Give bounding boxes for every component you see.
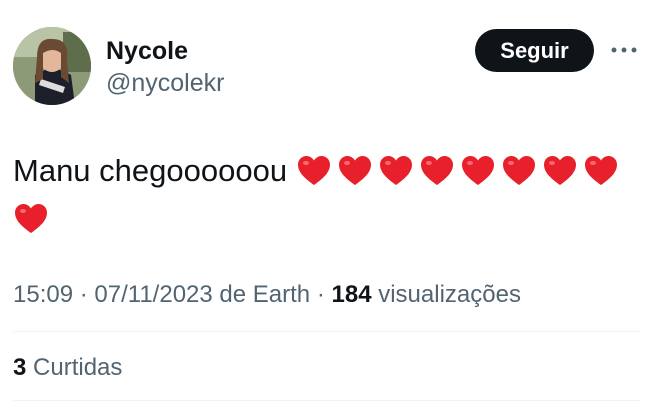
heart-icon [378, 154, 414, 187]
likes-label: Curtidas [33, 354, 123, 381]
heart-icon [542, 154, 578, 187]
heart-icon [501, 154, 537, 187]
divider [13, 400, 640, 401]
heart-icon [296, 154, 332, 187]
more-options-button[interactable] [608, 40, 640, 60]
avatar[interactable] [13, 27, 91, 105]
meta-separator: · [316, 281, 325, 308]
tweet-text: Manu chegoooooou [13, 146, 643, 240]
divider [13, 331, 640, 332]
heart-icon [13, 202, 49, 235]
likes-count: 3 [13, 354, 27, 381]
display-name[interactable]: Nycole [106, 36, 188, 66]
tweet-source: de Earth [219, 281, 311, 308]
heart-icon [419, 154, 455, 187]
avatar-image [13, 27, 91, 105]
heart-icon [460, 154, 496, 187]
tweet-meta: 15:09 · 07/11/2023 de Earth · 184 visual… [13, 280, 521, 310]
views-count: 184 [331, 281, 372, 308]
handle[interactable]: @nycolekr [106, 68, 224, 98]
tweet-time[interactable]: 15:09 [13, 281, 73, 308]
tweet-text-content: Manu chegoooooou [13, 152, 288, 188]
heart-icon [583, 154, 619, 187]
likes-stat[interactable]: 3 Curtidas [13, 353, 122, 383]
follow-button[interactable]: Seguir [475, 29, 594, 72]
tweet-date[interactable]: 07/11/2023 [94, 281, 212, 308]
meta-separator: · [79, 281, 88, 308]
heart-icon [337, 154, 373, 187]
ellipsis-icon [611, 47, 637, 53]
views-label: visualizações [378, 281, 521, 308]
